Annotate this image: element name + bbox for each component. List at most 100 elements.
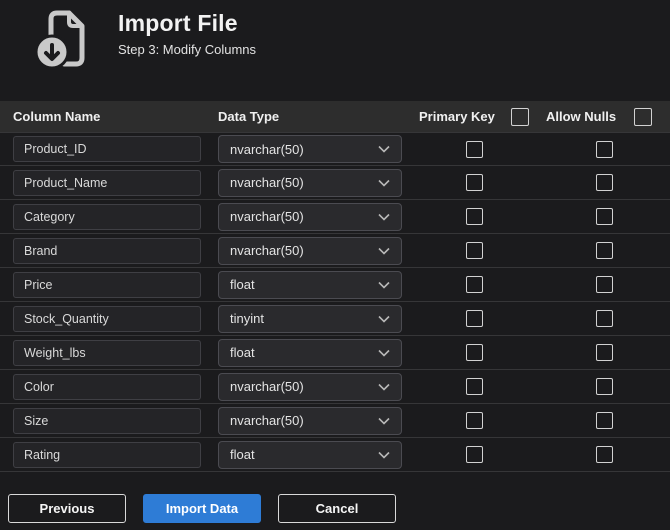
allow-nulls-cell: [546, 446, 662, 463]
allow-nulls-checkbox[interactable]: [595, 378, 613, 395]
column-name-input[interactable]: [13, 305, 201, 332]
data-type-header: Data Type: [218, 109, 280, 124]
primary-key-cell: [419, 208, 529, 225]
column-name-input[interactable]: [13, 136, 201, 162]
page-subtitle: Step 3: Modify Columns: [118, 42, 257, 57]
page-title: Import File: [118, 10, 238, 36]
allow-nulls-cell: [546, 378, 662, 395]
primary-key-cell: [419, 446, 529, 463]
table-row: nvarchar(50): [0, 404, 670, 438]
data-type-value: tinyint: [230, 311, 264, 326]
allow-nulls-header-group: Allow Nulls: [546, 107, 662, 126]
allow-nulls-checkbox[interactable]: [595, 310, 613, 327]
data-type-cell: nvarchar(50): [218, 372, 402, 401]
import-data-button[interactable]: Import Data: [143, 494, 261, 523]
chevron-down-icon: [378, 315, 390, 323]
cancel-button[interactable]: Cancel: [278, 494, 396, 523]
allow-nulls-cell: [546, 310, 662, 327]
table-row: nvarchar(50): [0, 166, 670, 200]
dialog-footer: Previous Import Data Cancel: [0, 494, 670, 523]
table-row: nvarchar(50): [0, 200, 670, 234]
select-all-allow-nulls-checkbox[interactable]: [634, 107, 652, 126]
primary-key-cell: [419, 378, 529, 395]
select-all-primary-key-checkbox[interactable]: [511, 107, 529, 126]
data-type-value: float: [230, 447, 255, 462]
data-type-value: nvarchar(50): [230, 209, 304, 224]
chevron-down-icon: [378, 179, 390, 187]
primary-key-cell: [419, 140, 529, 158]
data-type-cell: nvarchar(50): [218, 236, 402, 265]
primary-key-checkbox[interactable]: [465, 276, 483, 293]
primary-key-checkbox[interactable]: [465, 140, 483, 158]
column-name-header: Column Name: [13, 109, 101, 124]
chevron-down-icon: [378, 247, 390, 255]
data-type-value: nvarchar(50): [230, 243, 304, 258]
data-type-select[interactable]: float: [218, 338, 402, 367]
data-type-select[interactable]: float: [218, 440, 402, 469]
table-header: Column Name Data Type Primary Key Allow …: [0, 101, 670, 132]
primary-key-checkbox[interactable]: [465, 242, 483, 259]
column-name-cell: [13, 305, 201, 332]
data-type-cell: nvarchar(50): [218, 202, 402, 231]
allow-nulls-cell: [546, 344, 662, 361]
primary-key-cell: [419, 276, 529, 293]
primary-key-cell: [419, 174, 529, 191]
allow-nulls-checkbox[interactable]: [595, 344, 613, 361]
data-type-select[interactable]: tinyint: [218, 304, 402, 333]
data-type-value: float: [230, 277, 255, 292]
header-text: Import File Step 3: Modify Columns: [118, 7, 256, 57]
data-type-select[interactable]: nvarchar(50): [218, 406, 402, 435]
import-file-dialog: Import File Step 3: Modify Columns Colum…: [0, 0, 670, 530]
allow-nulls-header: Allow Nulls: [546, 109, 617, 124]
table-row: float: [0, 336, 670, 370]
primary-key-header-group: Primary Key: [419, 107, 529, 126]
data-type-select[interactable]: nvarchar(50): [218, 168, 402, 197]
data-type-value: nvarchar(50): [230, 141, 304, 157]
data-type-cell: float: [218, 270, 402, 299]
file-download-icon: [24, 9, 96, 76]
allow-nulls-checkbox[interactable]: [595, 276, 613, 293]
column-name-input[interactable]: [13, 407, 201, 434]
data-type-cell: float: [218, 440, 402, 469]
data-type-cell: nvarchar(50): [218, 135, 402, 163]
primary-key-checkbox[interactable]: [465, 344, 483, 361]
column-name-input[interactable]: [13, 203, 201, 230]
column-name-input[interactable]: [13, 271, 201, 298]
column-name-input[interactable]: [13, 373, 201, 400]
column-name-input[interactable]: [13, 237, 201, 264]
primary-key-checkbox[interactable]: [465, 378, 483, 395]
allow-nulls-checkbox[interactable]: [595, 208, 613, 225]
primary-key-cell: [419, 242, 529, 259]
data-type-cell: nvarchar(50): [218, 406, 402, 435]
data-type-select[interactable]: nvarchar(50): [218, 202, 402, 231]
allow-nulls-checkbox[interactable]: [595, 140, 613, 158]
allow-nulls-cell: [546, 174, 662, 191]
table-row: float: [0, 268, 670, 302]
primary-key-checkbox[interactable]: [465, 174, 483, 191]
allow-nulls-checkbox[interactable]: [595, 174, 613, 191]
column-name-cell: [13, 271, 201, 298]
primary-key-checkbox[interactable]: [465, 446, 483, 463]
allow-nulls-checkbox[interactable]: [595, 242, 613, 259]
table-body: nvarchar(50) nvarchar(50): [0, 132, 670, 472]
table-row: tinyint: [0, 302, 670, 336]
column-name-input[interactable]: [13, 169, 201, 196]
chevron-down-icon: [378, 451, 390, 459]
allow-nulls-checkbox[interactable]: [595, 412, 613, 429]
data-type-cell: nvarchar(50): [218, 168, 402, 197]
chevron-down-icon: [378, 213, 390, 221]
data-type-select[interactable]: nvarchar(50): [218, 236, 402, 265]
table-row: float: [0, 438, 670, 472]
previous-button[interactable]: Previous: [8, 494, 126, 523]
data-type-select[interactable]: nvarchar(50): [218, 135, 402, 163]
column-name-input[interactable]: [13, 339, 201, 366]
data-type-select[interactable]: float: [218, 270, 402, 299]
primary-key-checkbox[interactable]: [465, 412, 483, 429]
data-type-select[interactable]: nvarchar(50): [218, 372, 402, 401]
allow-nulls-cell: [546, 208, 662, 225]
allow-nulls-checkbox[interactable]: [595, 446, 613, 463]
primary-key-checkbox[interactable]: [465, 208, 483, 225]
data-type-cell: tinyint: [218, 304, 402, 333]
primary-key-checkbox[interactable]: [465, 310, 483, 327]
column-name-input[interactable]: [13, 441, 201, 468]
